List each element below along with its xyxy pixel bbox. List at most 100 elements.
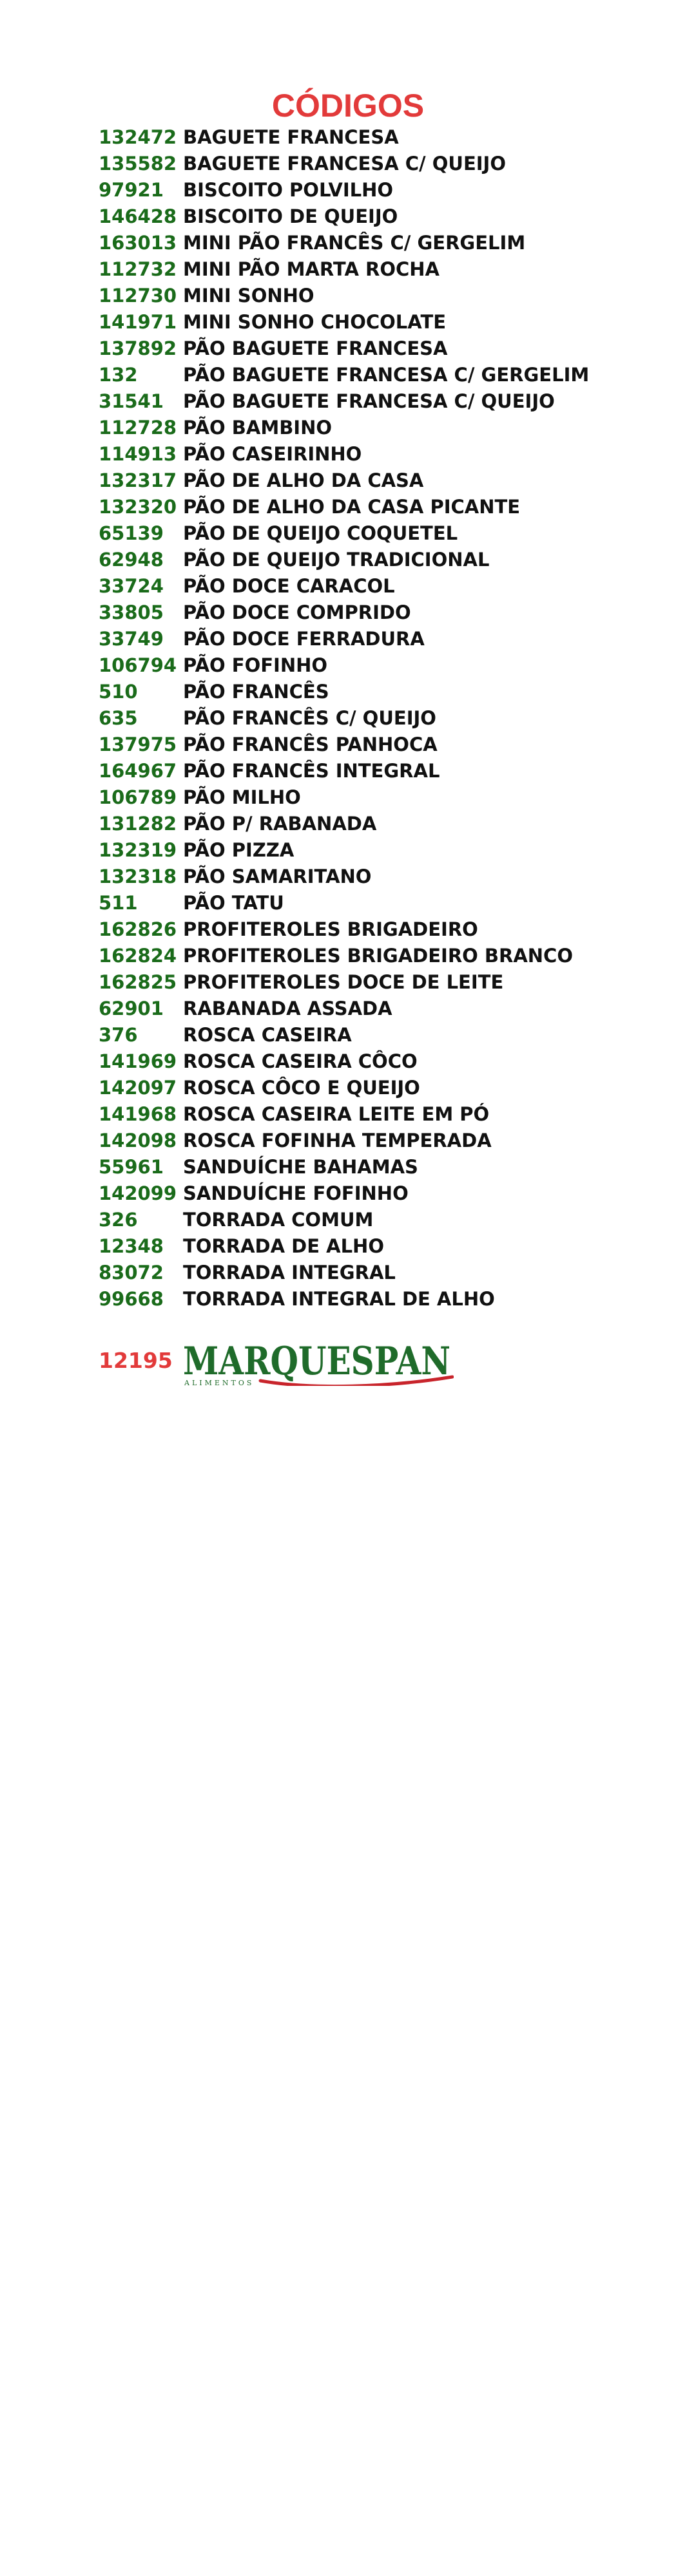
product-code: 142097	[99, 1077, 177, 1099]
product-code: 510	[99, 681, 138, 703]
product-name: PROFITEROLES DOCE DE LEITE	[183, 971, 504, 993]
product-name: PÃO FOFINHO	[183, 654, 328, 676]
product-code: 142098	[99, 1130, 177, 1151]
product-code: 33724	[99, 575, 164, 597]
product-name: SANDUÍCHE BAHAMAS	[183, 1156, 418, 1178]
product-row: 137892 PÃO BAGUETE FRANCESA	[99, 336, 679, 362]
product-row: 106794 PÃO FOFINHO	[99, 652, 679, 679]
product-row: 510 PÃO FRANCÊS	[99, 679, 679, 705]
product-row: 112728 PÃO BAMBINO	[99, 415, 679, 441]
product-name: PÃO BAGUETE FRANCESA C/ GERGELIM	[183, 364, 590, 386]
marquespan-logo: MARQUESPAN ALIMENTOS	[183, 1339, 454, 1386]
product-name: BISCOITO POLVILHO	[183, 179, 394, 201]
product-row: 141968 ROSCA CASEIRA LEITE EM PÓ	[99, 1101, 679, 1128]
product-name: MINI SONHO	[183, 285, 314, 307]
product-code: 326	[99, 1209, 138, 1231]
product-row: 112730 MINI SONHO	[99, 283, 679, 309]
product-row: 33749 PÃO DOCE FERRADURA	[99, 626, 679, 652]
product-code: 132317	[99, 469, 177, 491]
product-code: 106794	[99, 654, 177, 676]
product-code: 131282	[99, 813, 177, 835]
product-name: PÃO DE ALHO DA CASA PICANTE	[183, 496, 521, 518]
product-name: PÃO BAGUETE FRANCESA C/ QUEIJO	[183, 390, 555, 412]
product-code: 164967	[99, 760, 177, 782]
product-code-list: 132472 BAGUETE FRANCESA 135582 BAGUETE FRAN…	[99, 124, 679, 1312]
product-row: 33805 PÃO DOCE COMPRIDO	[99, 600, 679, 626]
product-name: PÃO DOCE CARACOL	[183, 575, 395, 597]
product-name: PÃO SAMARITANO	[183, 866, 372, 887]
product-name: PÃO FRANCÊS	[183, 681, 329, 703]
product-code: 511	[99, 892, 138, 914]
product-code: 132320	[99, 496, 177, 518]
product-code: 137975	[99, 734, 177, 755]
page-title: CÓDIGOS	[271, 87, 425, 124]
product-row: 12348 TORRADA DE ALHO	[99, 1233, 679, 1260]
product-row: 163013 MINI PÃO FRANCÊS C/ GERGELIM	[99, 230, 679, 256]
product-code: 162824	[99, 945, 177, 967]
product-code: 106789	[99, 786, 177, 808]
product-name: PROFITEROLES BRIGADEIRO BRANCO	[183, 945, 573, 967]
product-code: 135582	[99, 153, 177, 175]
product-code: 132	[99, 364, 138, 386]
product-code: 31541	[99, 390, 164, 412]
product-name: TORRADA INTEGRAL DE ALHO	[183, 1288, 495, 1310]
product-name: PÃO FRANCÊS PANHOCA	[183, 734, 438, 755]
product-name: PÃO DE QUEIJO COQUETEL	[183, 522, 458, 544]
product-code: 162826	[99, 918, 177, 940]
svg-text:ALIMENTOS: ALIMENTOS	[184, 1379, 254, 1386]
product-name: PÃO P/ RABANADA	[183, 813, 377, 835]
product-code: 146428	[99, 205, 177, 227]
product-row: 142097 ROSCA CÔCO E QUEIJO	[99, 1075, 679, 1101]
product-code: 65139	[99, 522, 164, 544]
product-code: 132472	[99, 126, 177, 148]
product-row: 62901 RABANADA ASSADA	[99, 996, 679, 1022]
product-name: PÃO TATU	[183, 892, 284, 914]
product-row: 65139 PÃO DE QUEIJO COQUETEL	[99, 520, 679, 547]
product-code: 162825	[99, 971, 177, 993]
product-row: 97921 BISCOITO POLVILHO	[99, 177, 679, 204]
product-row: 376 ROSCA CASEIRA	[99, 1022, 679, 1048]
product-name: PÃO DE QUEIJO TRADICIONAL	[183, 549, 490, 571]
product-row: 142098 ROSCA FOFINHA TEMPERADA	[99, 1128, 679, 1154]
product-row: 132317 PÃO DE ALHO DA CASA	[99, 468, 679, 494]
product-code: 132319	[99, 839, 177, 861]
product-name: MINI SONHO CHOCOLATE	[183, 311, 447, 333]
product-row: 162826 PROFITEROLES BRIGADEIRO	[99, 916, 679, 943]
product-row: 132320 PÃO DE ALHO DA CASA PICANTE	[99, 494, 679, 520]
brand-row: 12195 MARQUESPAN ALIMENTOS	[99, 1334, 454, 1386]
product-code: 83072	[99, 1262, 164, 1283]
product-code: 112732	[99, 258, 177, 280]
product-code: 97921	[99, 179, 164, 201]
product-row: 635 PÃO FRANCÊS C/ QUEIJO	[99, 705, 679, 732]
product-name: PROFITEROLES BRIGADEIRO	[183, 918, 478, 940]
product-row: 162824 PROFITEROLES BRIGADEIRO BRANCO	[99, 943, 679, 969]
product-row: 162825 PROFITEROLES DOCE DE LEITE	[99, 969, 679, 996]
product-row: 55961 SANDUÍCHE BAHAMAS	[99, 1154, 679, 1180]
product-code: 12348	[99, 1235, 164, 1257]
product-code: 112728	[99, 417, 177, 439]
product-code: 33805	[99, 601, 164, 623]
product-name: ROSCA CASEIRA LEITE EM PÓ	[183, 1103, 490, 1125]
product-name: MINI PÃO MARTA ROCHA	[183, 258, 440, 280]
product-name: MINI PÃO FRANCÊS C/ GERGELIM	[183, 232, 526, 254]
product-name: BISCOITO DE QUEIJO	[183, 205, 398, 227]
svg-text:MARQUESPAN: MARQUESPAN	[183, 1339, 450, 1384]
product-name: ROSCA CASEIRA	[183, 1024, 352, 1046]
product-code: 33749	[99, 628, 164, 650]
product-name: PÃO BAMBINO	[183, 417, 333, 439]
product-name: SANDUÍCHE FOFINHO	[183, 1182, 409, 1204]
product-code: 142099	[99, 1182, 177, 1204]
product-code: 112730	[99, 285, 177, 307]
product-row: 135582 BAGUETE FRANCESA C/ QUEIJO	[99, 151, 679, 177]
product-name: PÃO FRANCÊS INTEGRAL	[183, 760, 440, 782]
product-name: TORRADA COMUM	[183, 1209, 374, 1231]
product-row: 141971 MINI SONHO CHOCOLATE	[99, 309, 679, 336]
product-name: PÃO DE ALHO DA CASA	[183, 469, 424, 491]
product-name: TORRADA INTEGRAL	[183, 1262, 396, 1283]
product-code: 137892	[99, 337, 177, 359]
product-name: BAGUETE FRANCESA	[183, 126, 399, 148]
product-name: PÃO DOCE COMPRIDO	[183, 601, 411, 623]
product-row: 326 TORRADA COMUM	[99, 1207, 679, 1233]
product-name: PÃO MILHO	[183, 786, 301, 808]
product-row: 33724 PÃO DOCE CARACOL	[99, 573, 679, 600]
